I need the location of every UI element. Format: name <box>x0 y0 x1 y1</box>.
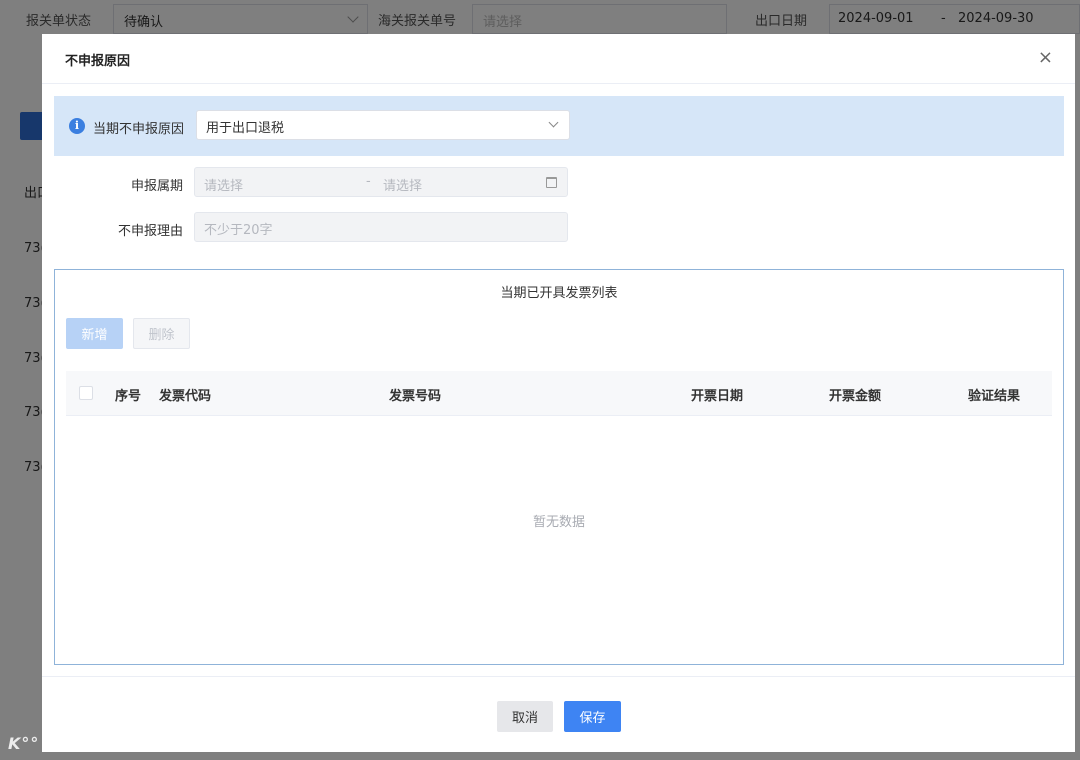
column-header-invoice-number[interactable]: 发票号码 <box>389 385 441 404</box>
invoice-list-title: 当期已开具发票列表 <box>500 286 618 301</box>
column-header-invoice-code[interactable]: 发票代码 <box>159 385 211 404</box>
delete-invoice-button[interactable]: 删除 <box>133 318 190 349</box>
reason-placeholder: 不少于20字 <box>204 223 273 238</box>
period-label: 申报属期 <box>130 179 183 194</box>
current-reason-select[interactable]: 用于出口退税 <box>196 110 570 140</box>
current-reason-label: 当期不申报原因 <box>93 122 185 137</box>
column-header-verify-result[interactable]: 验证结果 <box>968 385 1020 404</box>
save-button[interactable]: 保存 <box>564 701 621 732</box>
dialog-footer: 取消 保存 <box>42 676 1075 752</box>
watermark-logo: K°° <box>8 734 40 753</box>
period-start-placeholder: 请选择 <box>204 179 244 194</box>
dialog-title: 不申报原因 <box>65 54 131 69</box>
period-end-placeholder: 请选择 <box>383 179 423 194</box>
select-all-checkbox[interactable] <box>79 386 93 400</box>
column-header-index[interactable]: 序号 <box>115 385 141 404</box>
column-header-issue-date[interactable]: 开票日期 <box>691 385 743 404</box>
close-icon[interactable]: × <box>1038 48 1053 68</box>
info-icon: i <box>69 118 85 134</box>
reason-input[interactable]: 不少于20字 <box>194 212 568 242</box>
reason-notice-bar: i 当期不申报原因 用于出口退税 <box>54 96 1064 156</box>
chevron-down-icon <box>548 117 559 128</box>
current-reason-value: 用于出口退税 <box>206 121 285 136</box>
column-header-amount[interactable]: 开票金额 <box>829 385 881 404</box>
empty-table-text: 暂无数据 <box>532 515 585 530</box>
watermark-text: 大数跨境 <box>43 730 128 754</box>
reason-label: 不申报理由 <box>117 224 183 239</box>
period-separator: - <box>366 174 371 189</box>
no-declare-reason-dialog: 不申报原因 × i 当期不申报原因 用于出口退税 申报属期 请选择 - 请选择 … <box>42 34 1075 752</box>
period-range-input[interactable]: 请选择 - 请选择 <box>194 167 568 197</box>
watermark: K°° 大数跨境 <box>8 726 127 755</box>
add-invoice-button[interactable]: 新增 <box>66 318 123 349</box>
dialog-header: 不申报原因 × <box>42 34 1075 84</box>
invoice-list-panel: 当期已开具发票列表 新增 删除 序号 发票代码 发票号码 开票日期 开票金额 验… <box>54 269 1064 665</box>
calendar-icon <box>546 177 557 188</box>
invoice-table-header: 序号 发票代码 发票号码 开票日期 开票金额 验证结果 <box>66 371 1052 416</box>
cancel-button[interactable]: 取消 <box>497 701 553 732</box>
